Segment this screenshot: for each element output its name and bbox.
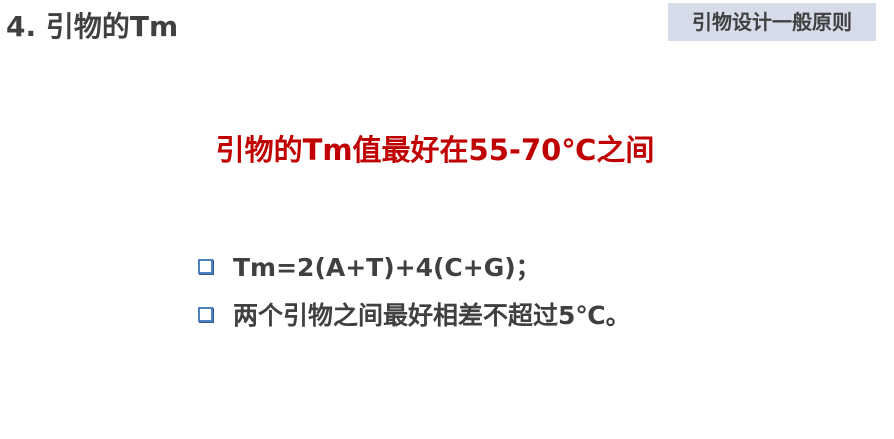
square-bullet-icon bbox=[198, 306, 213, 322]
section-tag: 引物设计一般原则 bbox=[668, 3, 876, 41]
square-bullet-icon bbox=[198, 258, 213, 274]
bullet-text: Tm=2(A+T)+4(C+G)； bbox=[233, 253, 541, 282]
bullet-text: 两个引物之间最好相差不超过5℃。 bbox=[233, 301, 631, 330]
list-item: Tm=2(A+T)+4(C+G)； bbox=[198, 242, 631, 290]
list-item: 两个引物之间最好相差不超过5℃。 bbox=[198, 290, 631, 338]
bullet-list: Tm=2(A+T)+4(C+G)； 两个引物之间最好相差不超过5℃。 bbox=[198, 242, 631, 338]
slide-title: 4. 引物的Tm bbox=[6, 10, 179, 43]
headline: 引物的Tm值最好在55-70℃之间 bbox=[215, 133, 655, 167]
